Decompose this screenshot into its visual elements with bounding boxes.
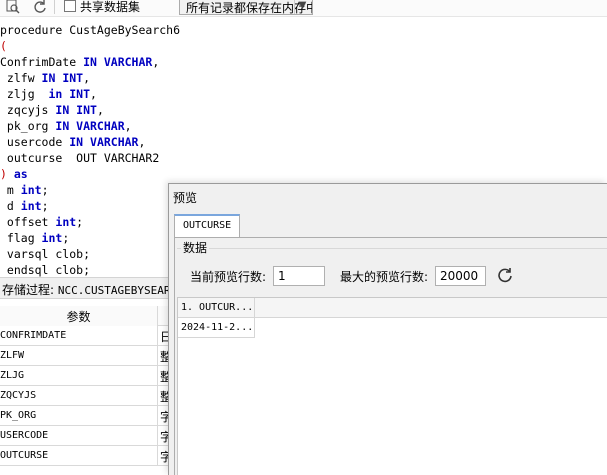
preview-grid: 1. OUTCUR... 2024-11-2... bbox=[177, 297, 607, 475]
param-name-cell: ZLJG bbox=[0, 366, 158, 386]
preview-icon[interactable] bbox=[6, 0, 20, 14]
dialog-title: 预览 bbox=[173, 191, 198, 205]
param-name-cell: CONFRIMDATE bbox=[0, 326, 158, 346]
code-line: pk_org IN VARCHAR, bbox=[0, 119, 132, 133]
code-line: ( bbox=[0, 39, 7, 53]
toolbar-divider bbox=[54, 0, 55, 14]
code-line: m int; bbox=[0, 183, 49, 197]
grid-cell[interactable]: 2024-11-2... bbox=[178, 318, 255, 338]
table-row[interactable]: USERCODE 字 bbox=[0, 426, 170, 446]
grid-header: 1. OUTCUR... bbox=[178, 298, 607, 318]
table-row[interactable]: 2024-11-2... bbox=[178, 318, 607, 338]
table-row[interactable]: PK_ORG 字 bbox=[0, 406, 170, 426]
refresh-icon[interactable] bbox=[497, 267, 513, 283]
code-line: ConfrimDate IN VARCHAR, bbox=[0, 55, 160, 69]
param-name-cell: ZQCYJS bbox=[0, 386, 158, 406]
code-line: zljg in INT, bbox=[0, 87, 97, 101]
code-line: zqcyjs IN INT, bbox=[0, 103, 104, 117]
refresh-icon[interactable] bbox=[33, 0, 47, 14]
code-line: zlfw IN INT, bbox=[0, 71, 91, 85]
share-dataset-checkbox[interactable] bbox=[64, 0, 76, 12]
code-line: outcurse OUT VARCHAR2 bbox=[0, 151, 160, 165]
grid-column-header[interactable]: 1. OUTCUR... bbox=[178, 298, 255, 318]
params-header-cell[interactable]: 参数 bbox=[0, 306, 158, 326]
param-name-cell: OUTCURSE bbox=[0, 446, 158, 466]
chevron-down-icon[interactable]: ▼ bbox=[294, 0, 310, 14]
table-row[interactable]: ZLJG 整 bbox=[0, 366, 170, 386]
param-name-cell: ZLFW bbox=[0, 346, 158, 366]
table-row[interactable]: OUTCURSE 字 bbox=[0, 446, 170, 466]
data-group-label: 数据 bbox=[181, 239, 210, 256]
table-row[interactable]: ZQCYJS 整 bbox=[0, 386, 170, 406]
max-rows-label: 最大的预览行数: bbox=[340, 270, 429, 284]
code-line: ) as bbox=[0, 167, 28, 181]
table-row[interactable]: CONFRIMDATE 日 bbox=[0, 326, 170, 346]
preview-dialog: 预览 OUTCURSE 数据 当前预览行数: 1 最大的预览行数: 20000 … bbox=[168, 183, 607, 475]
current-rows-input[interactable]: 1 bbox=[273, 266, 325, 286]
code-line: usercode IN VARCHAR, bbox=[0, 135, 146, 149]
table-row[interactable]: ZLFW 整 bbox=[0, 346, 170, 366]
code-line: flag int; bbox=[0, 231, 70, 245]
param-name-cell: PK_ORG bbox=[0, 406, 158, 426]
cache-mode-select[interactable]: 所有记录都保存在内存中 ▼ bbox=[179, 0, 313, 15]
procedure-bar: 存储过程: NCC.CUSTAGEBYSEARC bbox=[0, 277, 170, 299]
current-rows-label: 当前预览行数: bbox=[190, 270, 267, 284]
toolbar: 共享数据集 所有记录都保存在内存中 ▼ bbox=[0, 0, 607, 17]
procedure-name: NCC.CUSTAGEBYSEARC bbox=[57, 284, 170, 297]
group-divider bbox=[177, 248, 607, 249]
code-line: d int; bbox=[0, 199, 49, 213]
code-line: varsql clob; bbox=[0, 247, 91, 261]
code-line: offset int; bbox=[0, 215, 84, 229]
code-line: procedure CustAgeBySearch6 bbox=[0, 23, 181, 37]
max-rows-input[interactable]: 20000 bbox=[435, 266, 486, 286]
share-dataset-label: 共享数据集 bbox=[80, 0, 141, 14]
param-name-cell: USERCODE bbox=[0, 426, 158, 446]
params-table-header: 参数 bbox=[0, 306, 170, 326]
code-line: endsql clob; bbox=[0, 263, 91, 277]
procedure-label: 存储过程: bbox=[2, 283, 55, 297]
tab-outcurse[interactable]: OUTCURSE bbox=[174, 214, 240, 237]
